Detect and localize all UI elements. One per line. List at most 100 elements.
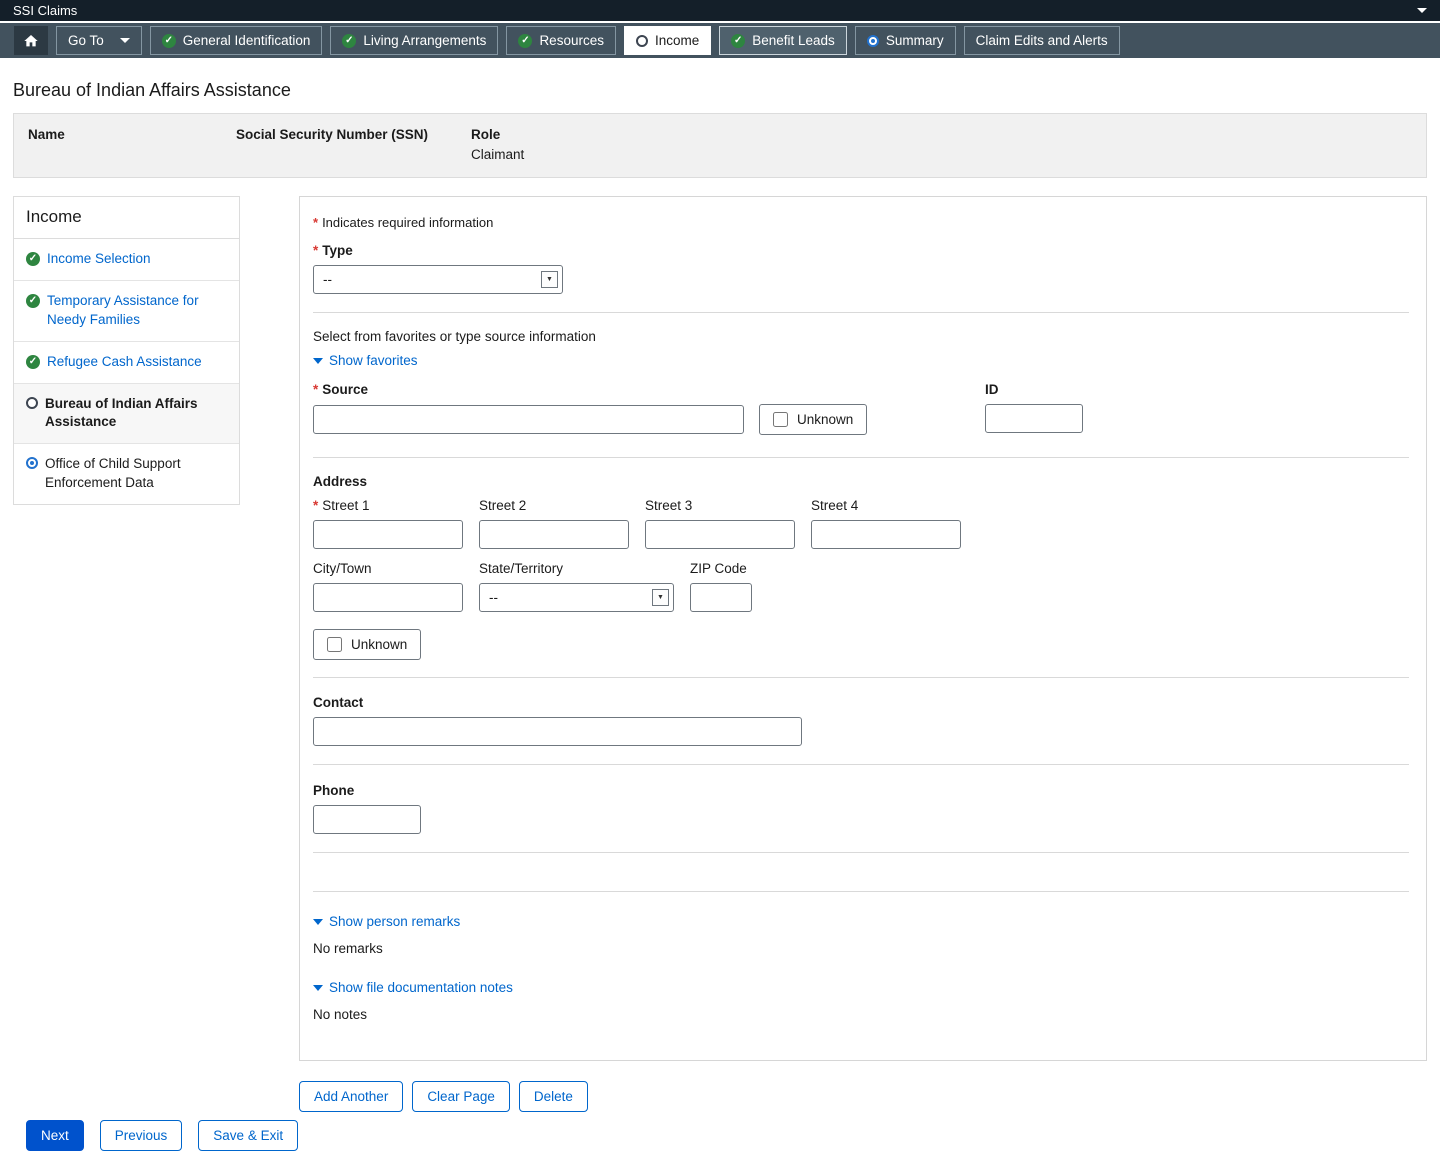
sidebar-item-bureau-of-indian-affairs[interactable]: Bureau of Indian Affairs Assistance bbox=[14, 384, 239, 445]
id-column: ID bbox=[985, 382, 1083, 433]
city-input[interactable] bbox=[313, 583, 463, 612]
street2-input[interactable] bbox=[479, 520, 629, 549]
type-select-value: -- bbox=[323, 272, 332, 287]
zip-field: ZIP Code bbox=[690, 561, 752, 612]
tab-income[interactable]: Income bbox=[624, 26, 711, 55]
phone-input[interactable] bbox=[313, 805, 421, 834]
source-unknown-checkbox-input[interactable] bbox=[773, 412, 788, 427]
complete-check-icon bbox=[518, 34, 532, 48]
chevron-down-icon[interactable] bbox=[1417, 8, 1427, 13]
city-state-zip-row: City/Town State/Territory -- ZIP Code bbox=[313, 561, 1409, 612]
in-progress-icon bbox=[867, 35, 879, 47]
street4-field: Street 4 bbox=[811, 498, 961, 549]
state-select[interactable]: -- bbox=[479, 583, 674, 612]
goto-button[interactable]: Go To bbox=[56, 26, 142, 55]
delete-button[interactable]: Delete bbox=[519, 1081, 588, 1112]
show-person-remarks-link[interactable]: Show person remarks bbox=[313, 914, 460, 929]
state-label: State/Territory bbox=[479, 561, 674, 576]
state-select-value: -- bbox=[489, 590, 498, 605]
street3-field: Street 3 bbox=[645, 498, 795, 549]
street2-label: Street 2 bbox=[479, 498, 629, 513]
chevron-down-icon bbox=[313, 919, 323, 925]
street1-field: Street 1 bbox=[313, 498, 463, 549]
page-title: Bureau of Indian Affairs Assistance bbox=[13, 80, 1427, 101]
sidebar-item-tanf[interactable]: Temporary Assistance for Needy Families bbox=[14, 281, 239, 342]
phone-label: Phone bbox=[313, 783, 1409, 798]
street3-label: Street 3 bbox=[645, 498, 795, 513]
sidebar-item-refugee-cash-assistance[interactable]: Refugee Cash Assistance bbox=[14, 342, 239, 384]
footer-actions: Next Previous Save & Exit bbox=[26, 1120, 1427, 1151]
no-notes-text: No notes bbox=[313, 1007, 1409, 1022]
tab-benefit-leads[interactable]: Benefit Leads bbox=[719, 26, 847, 55]
income-form-panel: Indicates required information Type -- S… bbox=[299, 196, 1427, 1061]
divider bbox=[313, 764, 1409, 765]
show-file-notes-link[interactable]: Show file documentation notes bbox=[313, 980, 513, 995]
street2-field: Street 2 bbox=[479, 498, 629, 549]
tab-summary[interactable]: Summary bbox=[855, 26, 956, 55]
person-ssn-column: Social Security Number (SSN) bbox=[236, 127, 471, 162]
person-header: Name Social Security Number (SSN) Role C… bbox=[13, 113, 1427, 178]
id-input[interactable] bbox=[985, 404, 1083, 433]
divider bbox=[313, 677, 1409, 678]
tab-living-arrangements[interactable]: Living Arrangements bbox=[330, 26, 498, 55]
home-button[interactable] bbox=[14, 26, 48, 55]
sidebar-item-office-of-child-support[interactable]: Office of Child Support Enforcement Data bbox=[14, 444, 239, 504]
person-name-column: Name bbox=[28, 127, 236, 162]
sidebar-title: Income bbox=[14, 197, 239, 239]
select-arrow-icon bbox=[652, 589, 669, 606]
city-field: City/Town bbox=[313, 561, 463, 612]
select-arrow-icon bbox=[541, 271, 558, 288]
person-role-column: Role Claimant bbox=[471, 127, 1412, 162]
type-label: Type bbox=[313, 243, 1409, 258]
address-unknown-checkbox-input[interactable] bbox=[327, 637, 342, 652]
main-navbar: Go To General Identification Living Arra… bbox=[0, 23, 1440, 58]
street4-input[interactable] bbox=[811, 520, 961, 549]
source-input[interactable] bbox=[313, 405, 744, 434]
page-content: Bureau of Indian Affairs Assistance Name… bbox=[0, 80, 1440, 1151]
home-icon bbox=[23, 33, 39, 49]
street1-label: Street 1 bbox=[313, 498, 463, 513]
incomplete-circle-icon bbox=[636, 35, 648, 47]
contact-input[interactable] bbox=[313, 717, 802, 746]
tab-resources[interactable]: Resources bbox=[506, 26, 616, 55]
complete-check-icon bbox=[26, 355, 40, 369]
city-label: City/Town bbox=[313, 561, 463, 576]
role-label: Role bbox=[471, 127, 1412, 142]
type-select[interactable]: -- bbox=[313, 265, 563, 294]
sidebar-item-income-selection[interactable]: Income Selection bbox=[14, 239, 239, 281]
role-value: Claimant bbox=[471, 147, 1412, 162]
app-title: SSI Claims bbox=[13, 3, 77, 18]
chevron-down-icon bbox=[313, 358, 323, 364]
source-label: Source bbox=[313, 382, 1409, 397]
source-row: Source Unknown ID bbox=[313, 382, 1409, 435]
add-another-button[interactable]: Add Another bbox=[299, 1081, 403, 1112]
id-label: ID bbox=[985, 382, 1083, 397]
complete-check-icon bbox=[731, 34, 745, 48]
zip-label: ZIP Code bbox=[690, 561, 752, 576]
save-exit-button[interactable]: Save & Exit bbox=[198, 1120, 298, 1151]
complete-check-icon bbox=[342, 34, 356, 48]
no-remarks-text: No remarks bbox=[313, 941, 1409, 956]
source-column: Source Unknown bbox=[313, 382, 1409, 435]
next-button[interactable]: Next bbox=[26, 1120, 84, 1151]
address-unknown-checkbox[interactable]: Unknown bbox=[313, 629, 421, 660]
incomplete-circle-icon bbox=[26, 397, 38, 409]
chevron-down-icon bbox=[120, 38, 130, 43]
tab-general-identification[interactable]: General Identification bbox=[150, 26, 323, 55]
income-sidebar: Income Income Selection Temporary Assist… bbox=[13, 196, 240, 505]
address-label: Address bbox=[313, 474, 1409, 489]
street1-input[interactable] bbox=[313, 520, 463, 549]
required-note: Indicates required information bbox=[313, 215, 1409, 230]
contact-label: Contact bbox=[313, 695, 1409, 710]
street3-input[interactable] bbox=[645, 520, 795, 549]
street-row: Street 1 Street 2 Street 3 Street 4 bbox=[313, 498, 1409, 549]
window-titlebar: SSI Claims bbox=[0, 0, 1440, 21]
divider bbox=[313, 891, 1409, 892]
source-unknown-checkbox[interactable]: Unknown bbox=[759, 404, 867, 435]
tab-claim-edits-and-alerts[interactable]: Claim Edits and Alerts bbox=[964, 26, 1120, 55]
zip-input[interactable] bbox=[690, 583, 752, 612]
clear-page-button[interactable]: Clear Page bbox=[412, 1081, 510, 1112]
previous-button[interactable]: Previous bbox=[100, 1120, 183, 1151]
favorites-hint: Select from favorites or type source inf… bbox=[313, 329, 1409, 344]
show-favorites-link[interactable]: Show favorites bbox=[313, 353, 418, 368]
